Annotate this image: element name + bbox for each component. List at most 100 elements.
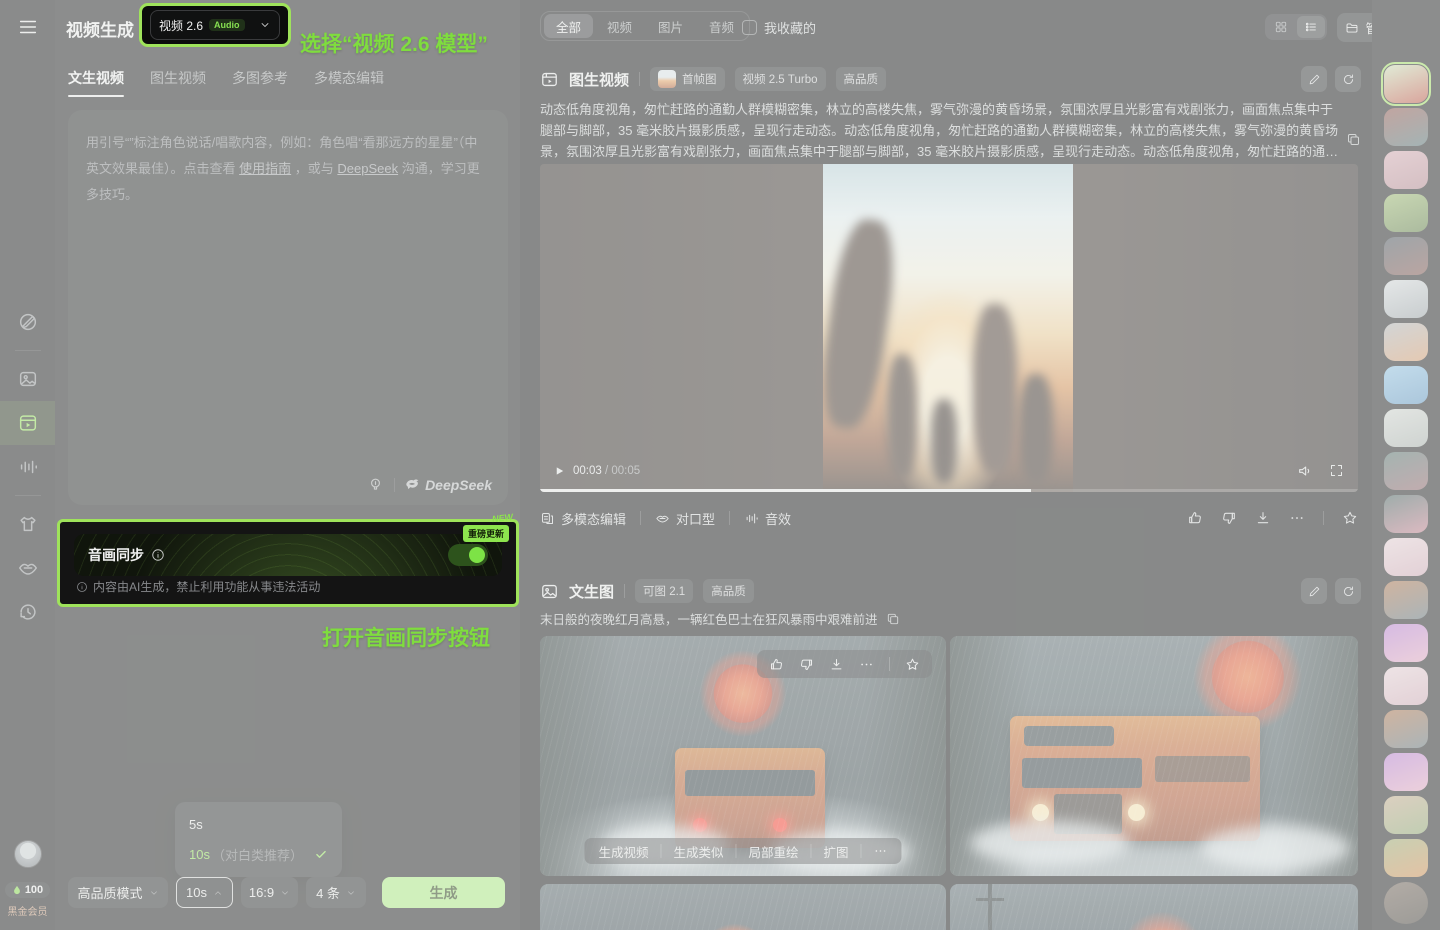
tab-multi-image-ref[interactable]: 多图参考 bbox=[232, 68, 288, 97]
deepseek-logo[interactable]: DeepSeek bbox=[405, 477, 492, 493]
major-update-badge: 重磅更新 bbox=[463, 525, 509, 542]
tab-text-to-video[interactable]: 文生视频 bbox=[68, 68, 124, 97]
asset-thumb[interactable] bbox=[1384, 667, 1428, 705]
generate-similar-button[interactable]: 生成类似 bbox=[673, 842, 723, 861]
duration-select[interactable]: 10s bbox=[176, 877, 233, 908]
asset-thumb[interactable] bbox=[1384, 194, 1428, 232]
sidebar-item-image-gen[interactable] bbox=[0, 357, 55, 401]
favorites-filter[interactable]: 我收藏的 bbox=[742, 18, 816, 37]
thumbs-down-icon[interactable] bbox=[1221, 510, 1237, 526]
sidebar-item-history[interactable] bbox=[0, 590, 55, 634]
filter-video[interactable]: 视频 bbox=[595, 14, 644, 38]
more-icon[interactable] bbox=[1289, 510, 1305, 526]
download-icon[interactable] bbox=[1255, 510, 1271, 526]
inspiration-icon[interactable] bbox=[367, 476, 384, 493]
info-icon[interactable] bbox=[151, 548, 165, 562]
generated-image-2[interactable] bbox=[950, 636, 1358, 876]
asset-thumb[interactable] bbox=[1384, 882, 1428, 924]
copy-icon[interactable] bbox=[886, 612, 900, 626]
progress-bar[interactable] bbox=[540, 489, 1358, 492]
filter-audio[interactable]: 音频 bbox=[697, 14, 746, 38]
list-view-button[interactable] bbox=[1297, 16, 1325, 38]
tab-image-to-video[interactable]: 图生视频 bbox=[150, 68, 206, 97]
guide-link[interactable]: 使用指南 bbox=[239, 161, 291, 176]
asset-thumb[interactable] bbox=[1384, 796, 1428, 834]
asset-thumb[interactable] bbox=[1384, 151, 1428, 189]
volume-icon[interactable] bbox=[1297, 463, 1313, 479]
asset-thumb[interactable] bbox=[1384, 753, 1428, 791]
membership-label[interactable]: 黑金会员 bbox=[8, 903, 48, 918]
asset-thumb[interactable] bbox=[1384, 581, 1428, 619]
thumbs-up-icon[interactable] bbox=[769, 657, 784, 672]
asset-thumb[interactable] bbox=[1384, 409, 1428, 447]
asset-thumb[interactable] bbox=[1384, 710, 1428, 748]
sidebar-item-canvas[interactable] bbox=[0, 300, 55, 344]
thumbs-up-icon[interactable] bbox=[1187, 510, 1203, 526]
chevron-down-icon bbox=[149, 888, 159, 898]
asset-thumb[interactable] bbox=[1384, 366, 1428, 404]
thumbs-down-icon[interactable] bbox=[799, 657, 814, 672]
annotation-select-model: 选择“视频 2.6 模型” bbox=[300, 28, 488, 58]
copy-icon[interactable] bbox=[1346, 132, 1361, 147]
play-icon[interactable] bbox=[554, 465, 565, 477]
sidebar-item-outfit[interactable] bbox=[0, 502, 55, 546]
regenerate-button[interactable] bbox=[1335, 578, 1361, 604]
filter-image[interactable]: 图片 bbox=[646, 14, 695, 38]
star-icon[interactable] bbox=[905, 657, 920, 672]
video-quality-tag: 高品质 bbox=[836, 67, 887, 91]
more-icon[interactable] bbox=[859, 657, 874, 672]
audio-sync-toggle[interactable] bbox=[448, 544, 488, 566]
video-player[interactable]: 00:03 / 00:05 bbox=[540, 164, 1358, 492]
tab-multimodal-edit[interactable]: 多模态编辑 bbox=[314, 68, 384, 97]
model-selector[interactable]: 视频 2.6 Audio bbox=[150, 10, 280, 40]
asset-thumb[interactable] bbox=[1384, 237, 1428, 275]
sidebar-item-lipsync[interactable] bbox=[0, 546, 55, 590]
filter-all[interactable]: 全部 bbox=[544, 14, 593, 38]
asset-thumb[interactable] bbox=[1384, 538, 1428, 576]
duration-option-10s[interactable]: 10s （对白类推荐） bbox=[175, 839, 342, 869]
credit-drop-icon bbox=[12, 884, 22, 896]
generated-image-3[interactable] bbox=[540, 884, 946, 930]
image-card-title: 文生图 bbox=[569, 581, 614, 602]
ai-disclaimer: 内容由AI生成，禁止利用功能从事违法活动 bbox=[76, 578, 320, 595]
sound-effects-button[interactable]: 音效 bbox=[744, 509, 791, 528]
asset-thumb[interactable] bbox=[1384, 108, 1428, 146]
outpaint-button[interactable]: 扩图 bbox=[824, 842, 849, 861]
sidebar-item-audio-gen[interactable] bbox=[0, 445, 55, 489]
asset-thumb[interactable] bbox=[1384, 280, 1428, 318]
multimodal-edit-button[interactable]: 多模态编辑 bbox=[540, 509, 626, 528]
generate-button[interactable]: 生成 bbox=[382, 877, 505, 908]
lip-sync-button[interactable]: 对口型 bbox=[655, 509, 715, 528]
quality-select[interactable]: 高品质模式 bbox=[68, 877, 168, 908]
asset-thumb[interactable] bbox=[1384, 452, 1428, 490]
fullscreen-icon[interactable] bbox=[1329, 463, 1344, 478]
count-select[interactable]: 4 条 bbox=[306, 877, 366, 908]
edit-prompt-button[interactable] bbox=[1301, 66, 1327, 92]
ratio-select[interactable]: 16:9 bbox=[241, 877, 298, 908]
asset-thumb[interactable] bbox=[1384, 323, 1428, 361]
inpaint-button[interactable]: 局部重绘 bbox=[749, 842, 799, 861]
generated-image-1[interactable]: 生成视频 生成类似 局部重绘 扩图 bbox=[540, 636, 946, 876]
model-name: 视频 2.6 bbox=[159, 17, 203, 34]
more-icon[interactable] bbox=[874, 844, 888, 858]
asset-thumb[interactable] bbox=[1384, 839, 1428, 877]
asset-thumb[interactable] bbox=[1384, 65, 1428, 103]
first-frame-tag[interactable]: 首帧图 bbox=[650, 67, 725, 91]
user-avatar[interactable] bbox=[14, 840, 42, 868]
edit-prompt-button[interactable] bbox=[1301, 578, 1327, 604]
sidebar-item-video-gen[interactable] bbox=[0, 401, 55, 445]
download-icon[interactable] bbox=[829, 657, 844, 672]
credits-badge[interactable]: 100 bbox=[5, 882, 50, 898]
image-hover-toolbar bbox=[757, 650, 932, 678]
deepseek-link[interactable]: DeepSeek bbox=[337, 161, 398, 176]
regenerate-button[interactable] bbox=[1335, 66, 1361, 92]
duration-option-5s[interactable]: 5s bbox=[175, 809, 342, 839]
generate-video-button[interactable]: 生成视频 bbox=[598, 842, 648, 861]
grid-view-button[interactable] bbox=[1267, 16, 1295, 38]
prompt-input[interactable]: 用引号“”标注角色说话/唱歌内容，例如：角色唱“看那远方的星星”（中英文效果最佳… bbox=[68, 110, 508, 505]
asset-thumb[interactable] bbox=[1384, 624, 1428, 662]
asset-thumb[interactable] bbox=[1384, 495, 1428, 533]
generated-image-4[interactable] bbox=[950, 884, 1358, 930]
star-icon[interactable] bbox=[1342, 510, 1358, 526]
menu-icon[interactable] bbox=[15, 14, 41, 40]
